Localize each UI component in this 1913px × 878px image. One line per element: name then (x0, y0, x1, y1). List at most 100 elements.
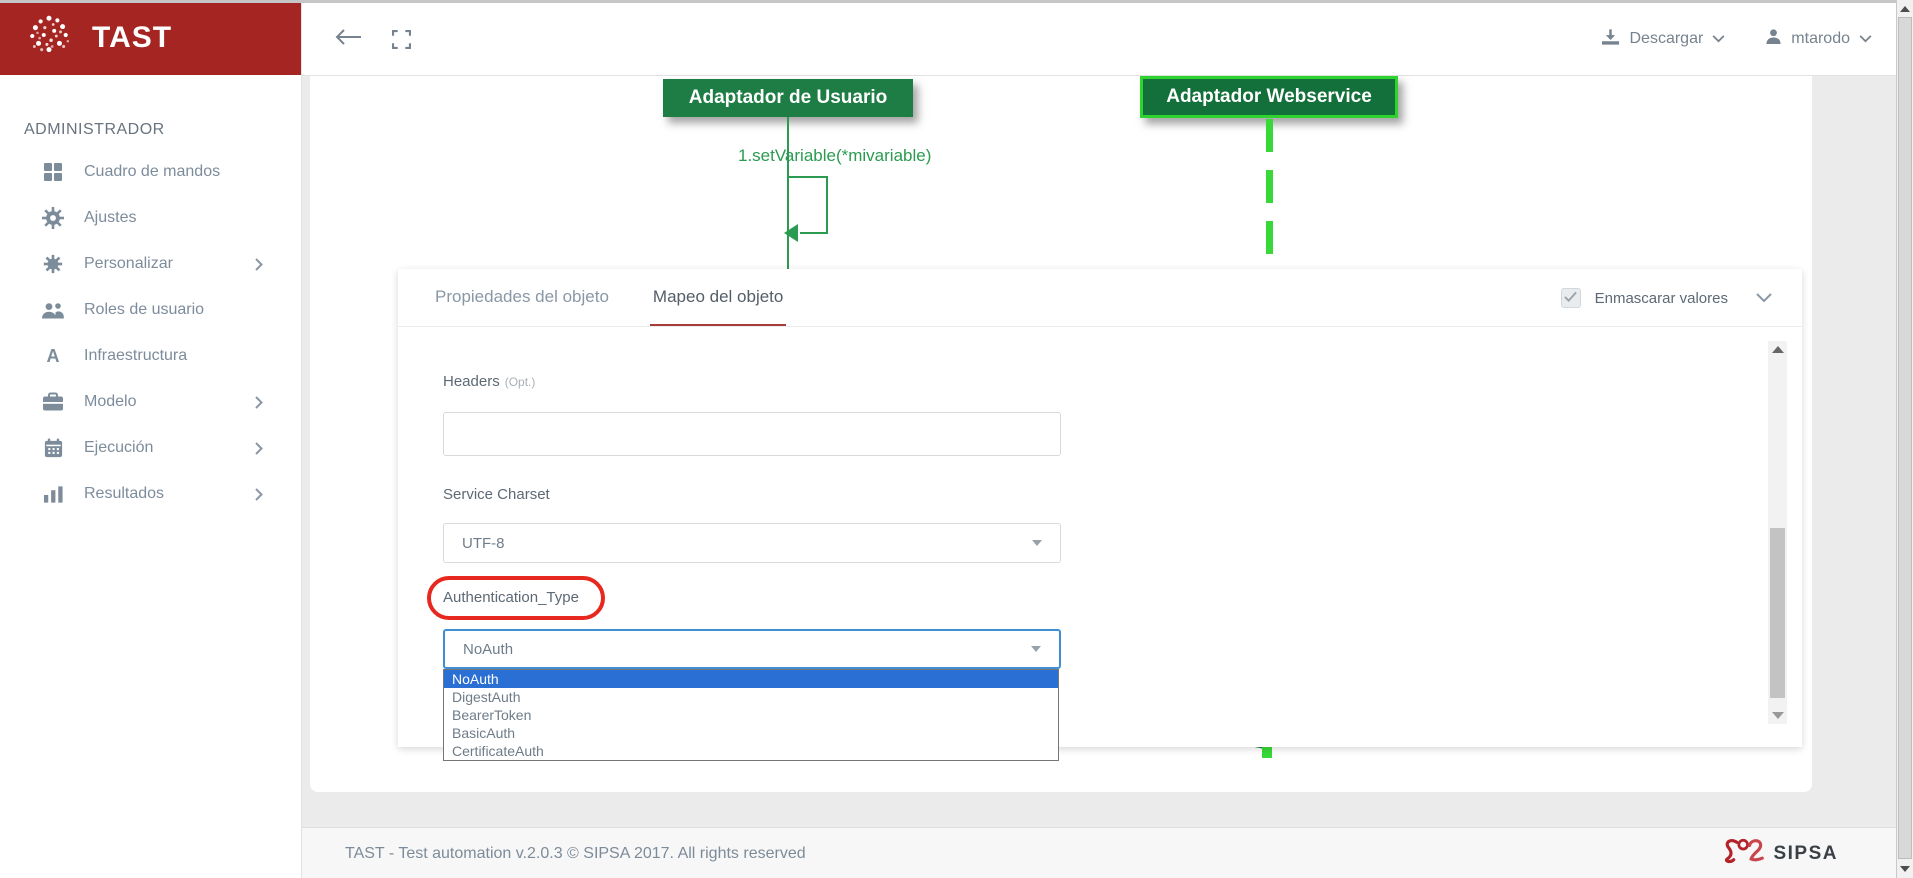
fullscreen-icon (392, 36, 411, 53)
sipsa-logo-icon (1721, 835, 1767, 872)
browser-scrollbar[interactable] (1896, 0, 1913, 878)
font-icon: A (40, 346, 66, 367)
user-icon (1765, 28, 1782, 50)
sidebar-item-label: Infraestructura (84, 347, 187, 365)
actor-adaptador-de-usuario[interactable]: Adaptador de Usuario (663, 79, 913, 117)
chevron-right-icon (255, 258, 263, 276)
headers-label: Headers (443, 373, 500, 390)
checkmark-icon (1564, 289, 1577, 307)
authentication-type-label: Authentication_Type (443, 589, 579, 606)
actor-adaptador-webservice[interactable]: Adaptador Webservice (1140, 76, 1398, 118)
calendar-icon (40, 438, 66, 459)
main-content: Adaptador de Usuario 1.setVariable(*miva… (302, 75, 1896, 878)
caret-down-icon (1032, 540, 1042, 546)
gear-icon (40, 207, 66, 229)
download-label: Descargar (1629, 30, 1703, 48)
lifeline-usuario (787, 117, 789, 269)
message-label: 1.setVariable(*mivariable) (738, 146, 931, 166)
app-window: TAST ADMINISTRADOR Cuadro de mandos (0, 0, 1913, 878)
sidebar-item-resultados[interactable]: Resultados (0, 471, 301, 517)
users-icon (40, 301, 66, 320)
bar-chart-icon (40, 485, 66, 504)
sidebar-item-modelo[interactable]: Modelo (0, 379, 301, 425)
copyright-text: TAST - Test automation v.2.0.3 © SIPSA 2… (345, 845, 806, 863)
fullscreen-button[interactable] (392, 30, 411, 54)
form-scrollbar-thumb[interactable] (1770, 528, 1785, 698)
briefcase-icon (40, 392, 66, 412)
option-certificateauth[interactable]: CertificateAuth (444, 742, 1058, 760)
sipsa-brand: SIPSA (1721, 835, 1838, 872)
service-charset-select[interactable]: UTF-8 (443, 523, 1061, 563)
service-charset-value: UTF-8 (462, 535, 505, 552)
sidebar-section-label: ADMINISTRADOR (24, 121, 301, 139)
authentication-type-dropdown: NoAuth DigestAuth BearerToken BasicAuth … (443, 669, 1059, 761)
back-button[interactable] (334, 28, 362, 51)
mask-values-label: Enmascarar valores (1595, 290, 1728, 307)
sipsa-brand-name: SIPSA (1773, 843, 1838, 865)
self-message-line (788, 176, 828, 178)
object-properties-card: Propiedades del objeto Mapeo del objeto … (398, 269, 1802, 747)
sidebar-item-label: Ejecución (84, 439, 153, 457)
chevron-right-icon (255, 488, 263, 506)
browser-scrollbar-thumb[interactable] (1898, 17, 1912, 859)
chevron-right-icon (255, 396, 263, 414)
tab-bar: Propiedades del objeto Mapeo del objeto … (398, 269, 1802, 327)
chevron-down-icon (1859, 30, 1872, 48)
sidebar-item-label: Ajustes (84, 209, 136, 227)
window-top-border (0, 0, 1913, 3)
arrowhead-icon (784, 224, 798, 242)
sidebar-item-cuadro-de-mandos[interactable]: Cuadro de mandos (0, 149, 301, 195)
sidebar-item-ejecucion[interactable]: Ejecución (0, 425, 301, 471)
headers-optional-hint: (Opt.) (505, 375, 536, 389)
topbar-actions: Descargar mtarodo (1601, 3, 1872, 75)
option-digestauth[interactable]: DigestAuth (444, 688, 1058, 706)
app-title: TAST (92, 21, 172, 55)
tab-mapeo-del-objeto[interactable]: Mapeo del objeto (650, 269, 786, 326)
caret-down-icon (1031, 646, 1041, 652)
scroll-down-arrow-icon[interactable] (1900, 866, 1910, 872)
tast-logo-icon (26, 12, 72, 63)
headers-input[interactable] (443, 412, 1061, 456)
auth-label-wrapper: Authentication_Type (443, 589, 579, 607)
sidebar: TAST ADMINISTRADOR Cuadro de mandos (0, 0, 302, 878)
mask-values-control[interactable]: Enmascarar valores (1561, 269, 1772, 327)
scroll-down-arrow-icon[interactable] (1772, 712, 1784, 719)
sidebar-item-ajustes[interactable]: Ajustes (0, 195, 301, 241)
sidebar-item-label: Personalizar (84, 255, 173, 273)
service-charset-label: Service Charset (443, 486, 1802, 503)
self-message-line (826, 176, 828, 234)
scroll-up-arrow-icon[interactable] (1900, 6, 1910, 12)
chevron-right-icon (255, 442, 263, 460)
sidebar-item-infraestructura[interactable]: A Infraestructura (0, 333, 301, 379)
app-logo-bar[interactable]: TAST (0, 0, 301, 75)
authentication-type-select[interactable]: NoAuth (443, 629, 1061, 669)
lifeline-webservice (1266, 119, 1273, 269)
scroll-up-arrow-icon[interactable] (1772, 346, 1784, 353)
sidebar-item-label: Resultados (84, 485, 164, 503)
download-menu-button[interactable]: Descargar (1601, 28, 1725, 51)
topbar: Descargar mtarodo (302, 3, 1896, 75)
sidebar-item-label: Modelo (84, 393, 136, 411)
form-scrollbar[interactable] (1768, 341, 1787, 724)
mask-values-checkbox[interactable] (1561, 288, 1581, 308)
sidebar-item-label: Cuadro de mandos (84, 163, 220, 181)
option-basicauth[interactable]: BasicAuth (444, 724, 1058, 742)
cog-icon (40, 254, 66, 274)
mapping-form: Headers (Opt.) Service Charset UTF-8 Auth… (398, 327, 1802, 669)
auth-select-wrapper: NoAuth NoAuth DigestAuth BearerToken Bas… (443, 629, 1061, 669)
sidebar-menu: Cuadro de mandos Ajustes (0, 149, 301, 517)
sidebar-item-personalizar[interactable]: Personalizar (0, 241, 301, 287)
self-message-line (800, 232, 828, 234)
option-noauth[interactable]: NoAuth (444, 670, 1058, 688)
user-menu-button[interactable]: mtarodo (1765, 28, 1872, 50)
sidebar-item-label: Roles de usuario (84, 301, 204, 319)
chevron-down-icon (1712, 30, 1725, 48)
grid-icon (40, 162, 66, 182)
collapse-chevron-icon[interactable] (1756, 293, 1772, 303)
option-bearertoken[interactable]: BearerToken (444, 706, 1058, 724)
footer: TAST - Test automation v.2.0.3 © SIPSA 2… (302, 827, 1896, 878)
tab-propiedades-del-objeto[interactable]: Propiedades del objeto (432, 269, 612, 326)
username-label: mtarodo (1791, 30, 1850, 48)
arrow-left-icon (334, 33, 362, 50)
sidebar-item-roles-de-usuario[interactable]: Roles de usuario (0, 287, 301, 333)
